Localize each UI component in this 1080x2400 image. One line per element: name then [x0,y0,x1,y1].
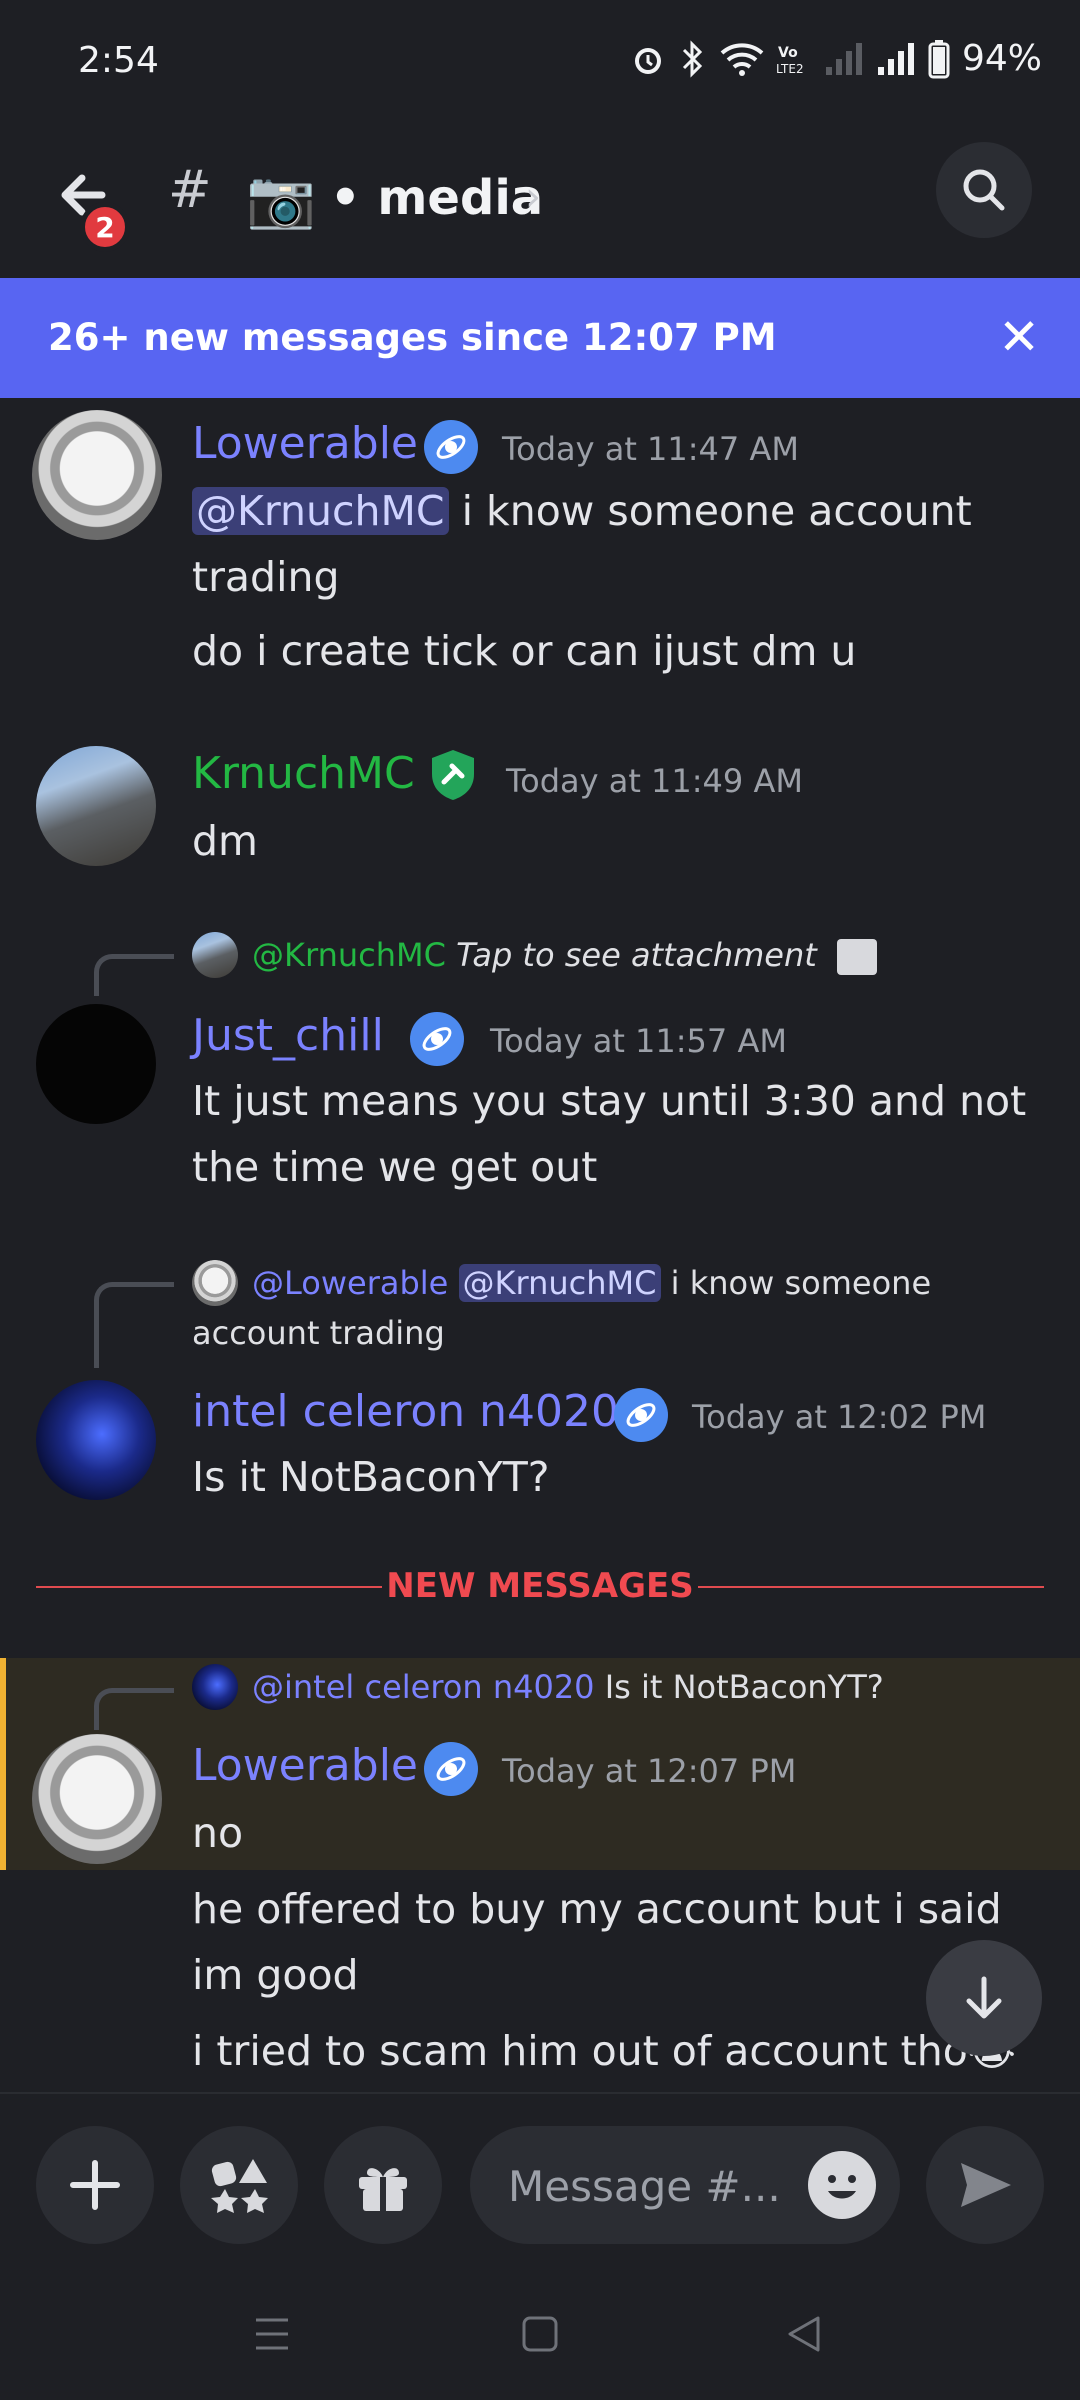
new-messages-divider: NEW MESSAGES [36,1566,1044,1606]
reply-preview[interactable]: @Lowerable @KrnuchMC i know someone [252,1264,931,1302]
timestamp: Today at 11:47 AM [502,430,799,468]
new-messages-banner[interactable]: 26+ new messages since 12:07 PM ✕ [0,278,1080,398]
message-list[interactable]: Lowerable Today at 11:47 AM @KrnuchMC i … [0,398,1080,2092]
apps-icon [211,2159,268,2213]
verified-badge-icon [614,1388,668,1442]
gift-button[interactable] [324,2126,442,2244]
recent-apps-icon[interactable] [252,2314,292,2354]
arrow-down-icon [966,1976,1002,2019]
message-text: @KrnuchMC i know someone account [192,478,972,544]
message-text: Is it NotBaconYT? [192,1453,550,1501]
battery-percent: 94% [961,38,1042,79]
signal-icon [876,41,916,77]
reply-username[interactable]: @intel celeron n4020 [252,1668,595,1706]
reply-preview[interactable]: @intel celeron n4020 Is it NotBaconYT? [252,1668,884,1706]
message-text: It just means you stay until 3:30 and no… [192,1077,1027,1125]
banner-text: 26+ new messages since 12:07 PM [48,316,777,359]
reply-avatar [192,1260,238,1306]
username[interactable]: intel celeron n4020 [192,1386,619,1437]
avatar[interactable] [32,410,162,540]
chevron-right-icon[interactable]: › [525,174,541,220]
reply-snippet: Is it NotBaconYT? [604,1668,884,1706]
avatar[interactable] [36,1004,156,1124]
emoji-picker-icon[interactable] [808,2151,876,2219]
unread-badge: 2 [80,202,130,252]
bluetooth-icon [678,39,708,78]
message-text: i tried to scam him out of account tho😭 [192,2018,1016,2084]
user-mention[interactable]: @KrnuchMC [192,487,449,535]
message-text: trading [192,553,340,601]
reply-attachment-text[interactable]: Tap to see attachment [456,936,817,974]
camera-emoji: 📷 [246,167,316,232]
scroll-to-bottom-button[interactable] [926,1940,1042,2056]
verified-badge-icon [424,1742,478,1796]
message-text: the time we get out [192,1143,598,1191]
apps-button[interactable] [180,2126,298,2244]
add-attachment-button[interactable] [36,2126,154,2244]
timestamp: Today at 11:49 AM [506,762,803,800]
message-text: he offered to buy my account but i said [192,1885,1002,1933]
username[interactable]: Lowerable [192,418,418,469]
system-nav-bar [0,2272,1080,2400]
message-composer: Message #... [0,2092,1080,2272]
volte-icon: Vo LTE2 [776,41,812,77]
message-text: no [192,1809,244,1857]
signal-empty-icon [824,41,864,77]
status-bar: 2:54 Vo LTE2 94% [0,0,1080,130]
battery-icon [928,39,950,79]
reply-connector [94,1282,174,1368]
username[interactable]: Just_chill [192,1010,384,1061]
reply-snippet: i know someone [660,1264,932,1302]
reply-username[interactable]: @KrnuchMC [252,936,446,974]
channel-header: 2 # 📷 • media › [0,130,1080,278]
timestamp: Today at 12:07 PM [502,1752,797,1790]
reply-connector [94,954,174,996]
reply-connector [94,1688,174,1730]
divider-label: NEW MESSAGES [386,1566,694,1606]
reply-username[interactable]: @Lowerable [252,1264,448,1302]
reply-avatar [192,1664,238,1710]
close-icon[interactable]: ✕ [998,308,1040,366]
message-input-placeholder: Message #... [508,2162,781,2211]
verified-badge-icon [424,420,478,474]
message-text: do i create tick or can ijust dm u [192,627,857,675]
message-text: dm [192,817,258,865]
moderator-shield-icon [432,750,474,800]
reply-snippet: account trading [192,1314,445,1352]
message-line: i tried to scam him out of account tho [192,2027,968,2075]
verified-badge-icon [410,1012,464,1066]
reply-avatar [192,932,238,978]
avatar[interactable] [36,746,156,866]
message-text: im good [192,1951,359,1999]
channel-hash-icon: # [168,160,212,220]
search-button[interactable] [936,142,1032,238]
plus-icon [70,2160,120,2210]
search-icon [963,169,1005,211]
send-icon [961,2163,1011,2207]
channel-name[interactable]: • media [330,170,543,226]
avatar[interactable] [32,1734,162,1864]
message-line: i know someone account [448,487,972,535]
message-input[interactable]: Message #... [470,2126,900,2244]
reply-preview[interactable]: @KrnuchMC Tap to see attachment [252,936,877,975]
wifi-icon [720,41,764,77]
username[interactable]: Lowerable [192,1740,418,1791]
clock: 2:54 [78,40,159,81]
username[interactable]: KrnuchMC [192,748,415,799]
timestamp: Today at 12:02 PM [692,1398,987,1436]
svg-text:LTE2: LTE2 [776,62,804,76]
avatar[interactable] [36,1380,156,1500]
home-icon[interactable] [520,2314,560,2354]
svg-text:Vo: Vo [778,45,798,61]
alarm-icon [630,41,666,77]
back-nav-icon[interactable] [784,2314,824,2354]
gift-icon [359,2168,407,2211]
image-icon [836,939,877,975]
send-button[interactable] [926,2126,1044,2244]
status-icons: Vo LTE2 94% [630,38,1042,79]
reply-mention[interactable]: @KrnuchMC [458,1264,661,1302]
timestamp: Today at 11:57 AM [490,1022,787,1060]
